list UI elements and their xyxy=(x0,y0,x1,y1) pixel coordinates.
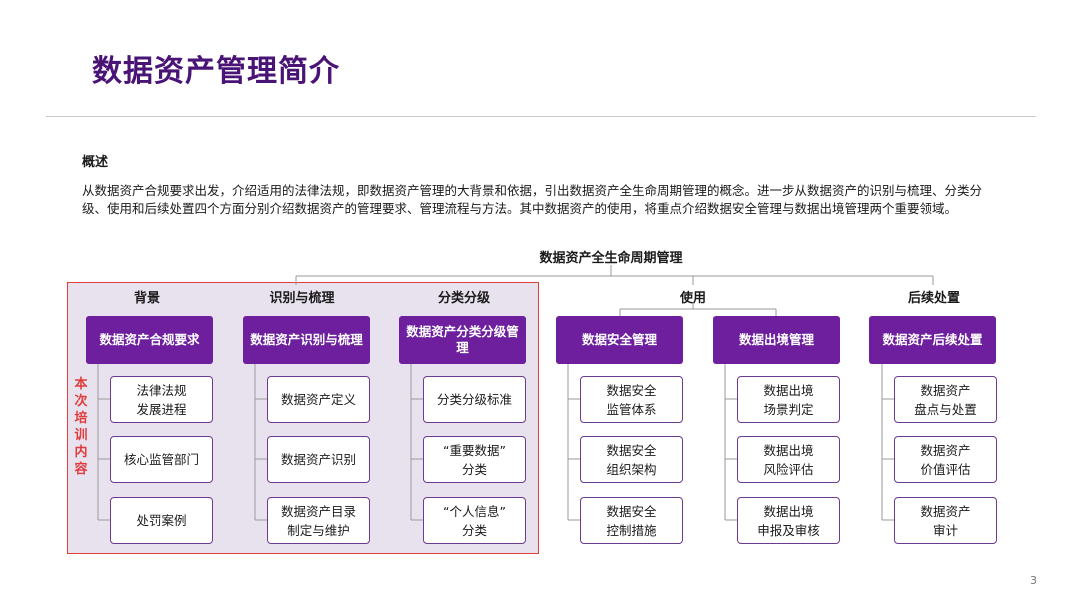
leaf-regulators: 核心监管部门 xyxy=(110,436,213,483)
leaf-asset-audit: 数据资产 审计 xyxy=(894,497,997,544)
head-classification: 数据资产分类分级管理 xyxy=(399,316,526,364)
leaf-regulation-history: 法律法规 发展进程 xyxy=(110,376,213,423)
leaf-export-review: 数据出境 申报及审核 xyxy=(737,497,840,544)
head-disposal: 数据资产后续处置 xyxy=(869,316,996,364)
leaf-asset-identification: 数据资产识别 xyxy=(267,436,370,483)
leaf-personal-info: “个人信息” 分类 xyxy=(423,497,526,544)
leaf-security-controls: 数据安全 控制措施 xyxy=(580,497,683,544)
leaf-export-risk: 数据出境 风险评估 xyxy=(737,436,840,483)
leaf-export-scenario: 数据出境 场景判定 xyxy=(737,376,840,423)
leaf-classification-standard: 分类分级标准 xyxy=(423,376,526,423)
leaf-inventory-disposal: 数据资产 盘点与处置 xyxy=(894,376,997,423)
head-cross-border: 数据出境管理 xyxy=(713,316,840,364)
leaf-asset-definition: 数据资产定义 xyxy=(267,376,370,423)
lifecycle-root-label: 数据资产全生命周期管理 xyxy=(539,251,683,266)
category-classification: 分类分级 xyxy=(437,291,490,306)
head-compliance: 数据资产合规要求 xyxy=(86,316,213,364)
leaf-asset-catalog: 数据资产目录 制定与维护 xyxy=(267,497,370,544)
head-identification: 数据资产识别与梳理 xyxy=(243,316,370,364)
head-data-security: 数据安全管理 xyxy=(556,316,683,364)
page-number: 3 xyxy=(1030,574,1037,587)
leaf-important-data: “重要数据” 分类 xyxy=(423,436,526,483)
category-usage: 使用 xyxy=(679,291,706,306)
leaf-value-assessment: 数据资产 价值评估 xyxy=(894,436,997,483)
category-identification: 识别与梳理 xyxy=(269,291,335,306)
leaf-penalty-cases: 处罚案例 xyxy=(110,497,213,544)
leaf-security-framework: 数据安全 监管体系 xyxy=(580,376,683,423)
leaf-security-organization: 数据安全 组织架构 xyxy=(580,436,683,483)
category-background: 背景 xyxy=(133,291,160,306)
training-scope-note: 本次培训内容 xyxy=(74,377,88,477)
category-disposal: 后续处置 xyxy=(907,291,960,306)
